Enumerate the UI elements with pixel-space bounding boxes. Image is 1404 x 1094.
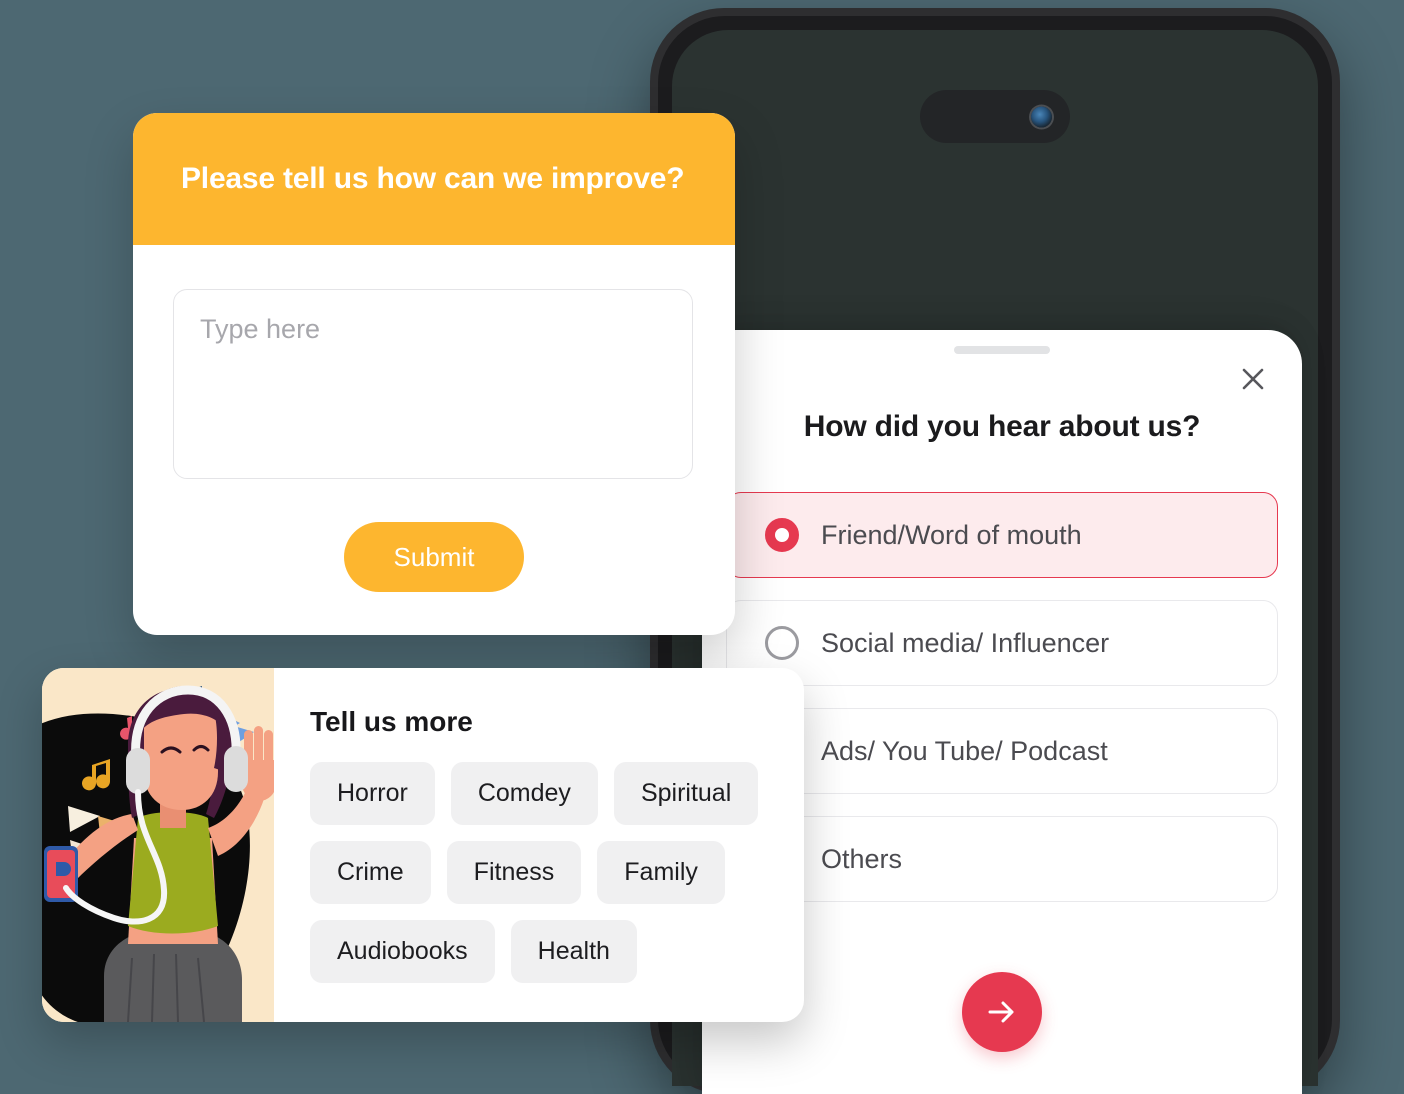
feedback-card-body: Submit — [133, 245, 735, 635]
feedback-textarea[interactable] — [173, 289, 693, 479]
genre-tag-spiritual[interactable]: Spiritual — [613, 762, 759, 825]
genre-tag-crime[interactable]: Crime — [310, 841, 431, 904]
submit-button[interactable]: Submit — [344, 522, 524, 592]
tell-us-more-content: Tell us more Horror Comdey Spiritual Cri… — [274, 668, 804, 1022]
genre-tag-fitness[interactable]: Fitness — [446, 841, 582, 904]
tell-us-more-card: Tell us more Horror Comdey Spiritual Cri… — [42, 668, 804, 1022]
arrow-right-icon — [988, 1001, 1014, 1023]
genre-tag-list: Horror Comdey Spiritual Crime Fitness Fa… — [310, 762, 774, 983]
sheet-title: How did you hear about us? — [803, 410, 1201, 443]
option-label: Social media/ Influencer — [821, 627, 1110, 658]
option-friend-word-of-mouth[interactable]: Friend/Word of mouth — [726, 492, 1278, 578]
feedback-card: Please tell us how can we improve? Submi… — [133, 113, 735, 635]
option-label: Friend/Word of mouth — [821, 519, 1082, 550]
genre-tag-horror[interactable]: Horror — [310, 762, 435, 825]
genre-tag-audiobooks[interactable]: Audiobooks — [310, 920, 495, 983]
radio-icon-selected — [765, 518, 799, 552]
option-others[interactable]: Others — [726, 816, 1278, 902]
woman-listening-music-illustration — [42, 668, 274, 1022]
close-icon[interactable] — [1238, 364, 1268, 394]
feedback-title: Please tell us how can we improve? — [181, 162, 685, 195]
option-label: Others — [821, 843, 903, 874]
genre-tag-health[interactable]: Health — [510, 920, 637, 983]
radio-icon — [765, 626, 799, 660]
drag-handle[interactable] — [954, 346, 1050, 354]
next-button[interactable] — [962, 972, 1042, 1052]
feedback-card-header: Please tell us how can we improve? — [133, 113, 735, 245]
option-social-media-influencer[interactable]: Social media/ Influencer — [726, 600, 1278, 686]
option-list: Friend/Word of mouth Social media/ Influ… — [726, 492, 1278, 924]
tell-us-more-title: Tell us more — [310, 706, 473, 737]
genre-tag-family[interactable]: Family — [597, 841, 725, 904]
scene: How did you hear about us? Friend/Word o… — [0, 0, 1404, 1094]
dynamic-island — [920, 90, 1070, 143]
option-label: Ads/ You Tube/ Podcast — [821, 735, 1108, 766]
genre-tag-comdey[interactable]: Comdey — [450, 762, 598, 825]
front-camera-lens — [1031, 106, 1052, 127]
submit-row: Submit — [173, 522, 695, 592]
option-ads-youtube-podcast[interactable]: Ads/ You Tube/ Podcast — [726, 708, 1278, 794]
